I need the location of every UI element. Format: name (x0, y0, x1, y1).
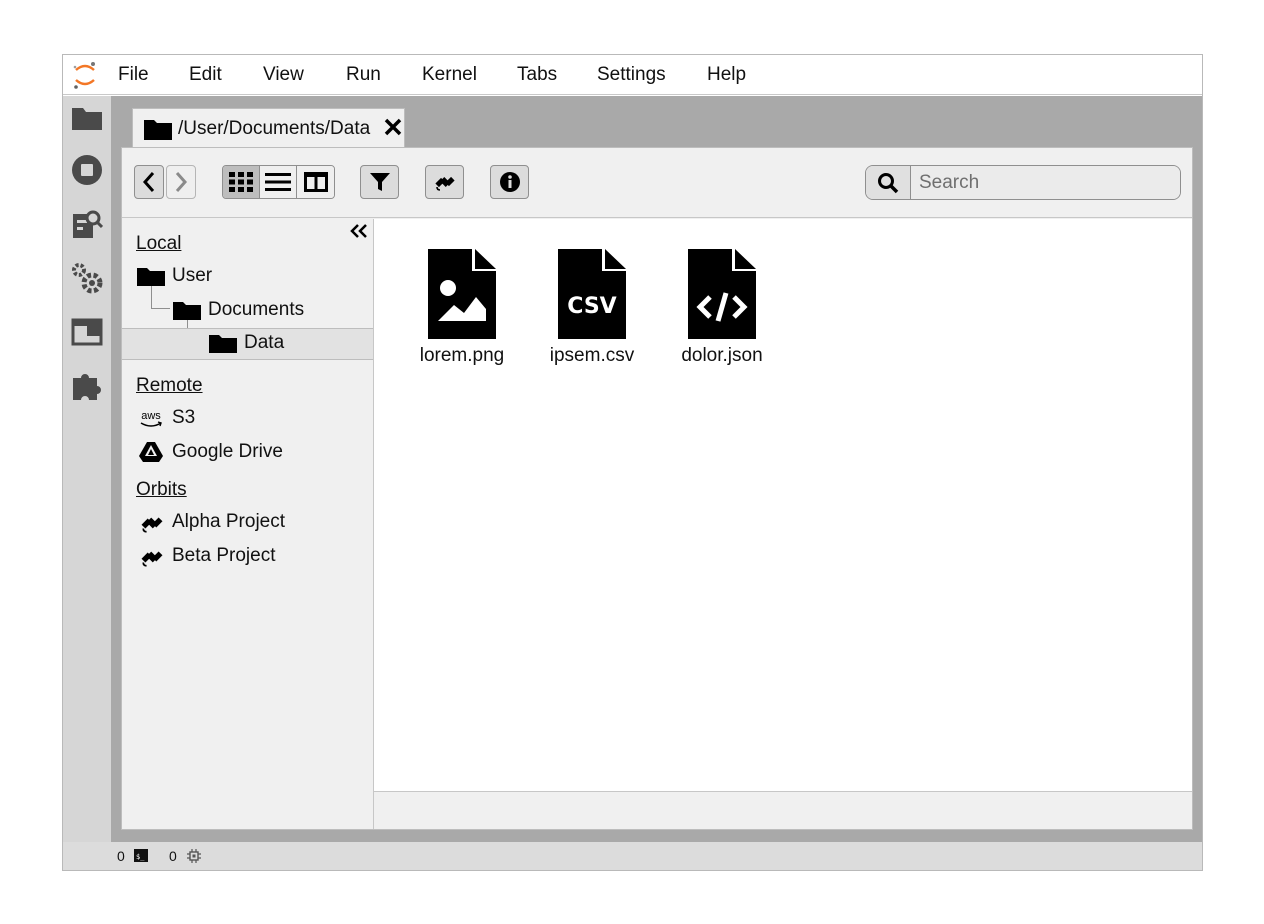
terminal-icon: $_ (134, 849, 148, 862)
code-file-icon (688, 249, 756, 339)
svg-text:$_: $_ (136, 853, 145, 861)
menu-view[interactable]: View (263, 64, 304, 86)
menu-run[interactable]: Run (346, 64, 381, 86)
close-icon[interactable] (383, 117, 403, 137)
google-drive-icon (139, 442, 163, 462)
menu-tabs[interactable]: Tabs (517, 64, 557, 86)
section-orbits: Orbits (136, 479, 187, 500)
file-item[interactable]: dolor.json (667, 249, 777, 367)
search-icon (878, 172, 899, 193)
location-sidebar: Local User Documents Data Remote aws S3 … (122, 219, 374, 829)
section-local: Local (136, 233, 182, 254)
folder-icon (137, 268, 165, 286)
file-browser-toolbar (122, 148, 1192, 218)
section-remote: Remote (136, 375, 203, 396)
info-icon (499, 172, 520, 192)
aws-icon: aws (140, 410, 162, 427)
jupyterlab-window: File Edit View Run Kernel Tabs Settings … (62, 54, 1203, 871)
tree-item-label: Beta Project (172, 545, 276, 566)
column-view-button[interactable] (297, 166, 334, 198)
tree-item-alpha-project[interactable]: Alpha Project (122, 507, 373, 538)
forward-button[interactable] (166, 165, 196, 199)
search-input[interactable] (912, 166, 1180, 199)
search-files-icon[interactable] (69, 206, 105, 242)
kernel-chip-icon (187, 849, 201, 863)
folder-icon[interactable] (69, 100, 105, 136)
list-view-icon (265, 173, 291, 191)
menu-help[interactable]: Help (707, 64, 746, 86)
menu-file[interactable]: File (118, 64, 149, 86)
folder-icon (209, 335, 237, 353)
tree-item-label: Data (244, 332, 285, 353)
satellite-icon (141, 517, 163, 533)
folder-icon (144, 120, 172, 140)
svg-text:CSV: CSV (567, 294, 616, 319)
chevron-right-icon (175, 172, 188, 192)
back-button[interactable] (134, 165, 164, 199)
tree-item-data[interactable]: Data (122, 328, 373, 360)
info-button[interactable] (490, 165, 529, 199)
column-view-icon (303, 172, 328, 192)
tree-item-label: Google Drive (172, 441, 283, 462)
menu-edit[interactable]: Edit (189, 64, 222, 86)
svg-text:aws: aws (141, 410, 161, 422)
list-view-button[interactable] (260, 166, 297, 198)
orbit-button[interactable] (425, 165, 464, 199)
file-browser-panel: Local User Documents Data Remote (121, 147, 1193, 830)
chevron-left-icon (142, 172, 155, 192)
terminals-count[interactable]: 0 (117, 848, 125, 864)
file-item[interactable]: CSV ipsem.csv (537, 249, 647, 367)
satellite-icon (434, 176, 455, 191)
menu-settings[interactable]: Settings (597, 64, 666, 86)
status-bar: 0 $_ 0 (63, 842, 1202, 870)
tree-item-label: S3 (172, 407, 196, 428)
filter-button[interactable] (360, 165, 399, 199)
file-name: ipsem.csv (549, 345, 635, 366)
file-item[interactable]: lorem.png (407, 249, 517, 367)
kernels-count[interactable]: 0 (169, 848, 177, 864)
tree-item-beta-project[interactable]: Beta Project (122, 541, 373, 572)
satellite-icon (141, 551, 163, 567)
tree-item-label: Alpha Project (172, 511, 286, 532)
folder-icon (173, 302, 201, 320)
file-name: dolor.json (681, 345, 763, 366)
view-mode-toggle (222, 165, 335, 199)
double-chevron-left-icon[interactable] (350, 223, 368, 239)
tree-item-google-drive[interactable]: Google Drive (122, 437, 373, 468)
window-icon[interactable] (69, 314, 105, 350)
file-name: lorem.png (419, 345, 505, 366)
grid-view-icon (229, 172, 253, 192)
file-grid: lorem.png CSV ipsem.csv dolor.json (374, 219, 1192, 791)
extension-puzzle-icon[interactable] (69, 368, 105, 404)
menu-kernel[interactable]: Kernel (422, 64, 477, 86)
image-file-icon (428, 249, 496, 339)
main-work-area: /User/Documents/Data Search Local User D… (111, 96, 1202, 842)
filter-icon (369, 173, 390, 191)
tree-item-label: User (172, 265, 213, 286)
tab-file-browser[interactable]: /User/Documents/Data (132, 108, 405, 148)
settings-gears-icon[interactable] (69, 260, 105, 296)
tree-item-s3[interactable]: aws S3 (122, 403, 373, 434)
grid-view-button[interactable] (223, 166, 260, 198)
csv-file-icon: CSV (558, 249, 626, 339)
menu-bar: File Edit View Run Kernel Tabs Settings … (63, 55, 1202, 95)
search-button[interactable] (866, 166, 911, 199)
jupyter-logo-icon (73, 62, 95, 89)
tree-item-documents[interactable]: Documents (122, 295, 373, 326)
file-browser-footer (374, 791, 1192, 829)
search-box (865, 165, 1181, 200)
stop-circle-icon[interactable] (69, 152, 105, 188)
tree-item-label: Documents (208, 299, 305, 320)
activity-bar (63, 96, 111, 842)
tab-title: /User/Documents/Data (178, 118, 371, 139)
